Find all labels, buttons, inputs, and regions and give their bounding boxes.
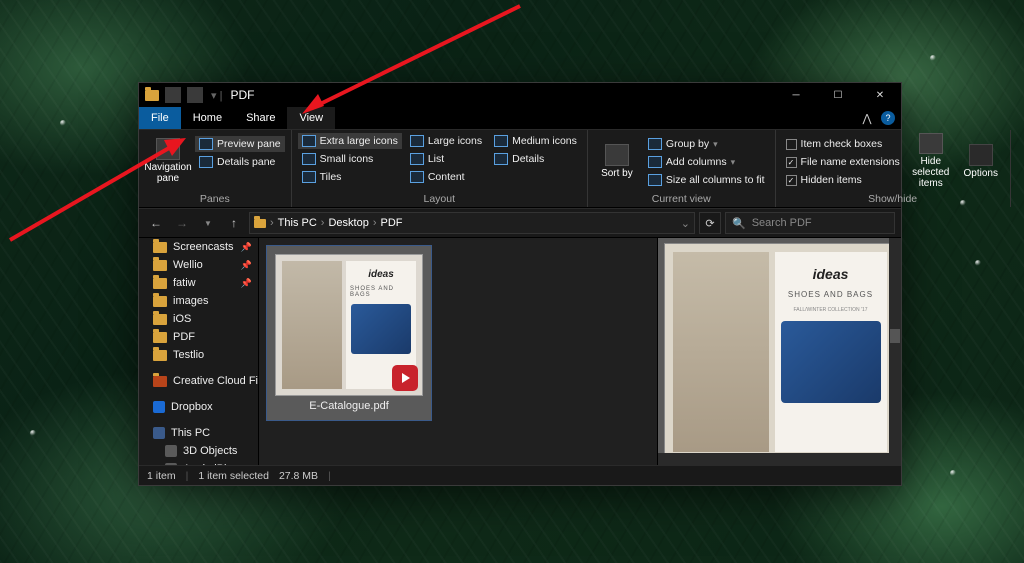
group-layout-label: Layout (298, 191, 581, 207)
nav-this-pc[interactable]: This PC (139, 424, 258, 442)
window-icon (145, 90, 159, 101)
layout-small[interactable]: Small icons (298, 151, 402, 167)
breadcrumb-1[interactable]: Desktop (328, 217, 368, 229)
this-pc-icon (153, 427, 165, 439)
maximize-button[interactable]: ☐ (817, 83, 859, 107)
status-size: 27.8 MB (279, 470, 318, 482)
preview-scrollbar-v[interactable] (889, 238, 901, 465)
qat-button-2[interactable] (187, 87, 203, 103)
nav-fatiw[interactable]: fatiw📌 (139, 274, 258, 292)
hide-selected-button[interactable]: Hide selected items (908, 133, 954, 189)
preview-brand: ideas (813, 266, 849, 282)
tab-file[interactable]: File (139, 107, 181, 129)
size-columns-button[interactable]: Size all columns to fit (644, 172, 769, 188)
preview-pane-button[interactable]: Preview pane (195, 136, 285, 152)
breadcrumb-0[interactable]: This PC (278, 217, 317, 229)
preview-tagline: SHOES AND BAGS (788, 290, 873, 299)
file-explorer-window: ▾ | PDF ─ ☐ ✕ File Home Share View ⋀ ? N… (138, 82, 902, 486)
group-by-button[interactable]: Group by ▾ (644, 136, 769, 152)
forward-button[interactable]: → (171, 212, 193, 234)
titlebar[interactable]: ▾ | PDF ─ ☐ ✕ (139, 83, 901, 107)
sort-by-button[interactable]: Sort by (594, 133, 640, 189)
layout-details[interactable]: Details (490, 151, 581, 167)
nav-pdf[interactable]: PDF (139, 328, 258, 346)
layout-extra-large[interactable]: Extra large icons (298, 133, 402, 149)
hidden-items-toggle[interactable]: ✓Hidden items (782, 172, 904, 188)
add-columns-button[interactable]: Add columns ▾ (644, 154, 769, 170)
item-check-boxes-toggle[interactable]: Item check boxes (782, 136, 904, 152)
layout-tiles[interactable]: Tiles (298, 169, 402, 185)
file-name-label: E-Catalogue.pdf (309, 400, 389, 412)
search-placeholder: Search PDF (752, 217, 812, 229)
layout-content[interactable]: Content (406, 169, 486, 185)
preview-document: ideas SHOES AND BAGS FALL/WINTER COLLECT… (664, 243, 896, 461)
breadcrumb-2[interactable]: PDF (381, 217, 403, 229)
nav-dropbox[interactable]: Dropbox (139, 398, 258, 416)
back-button[interactable]: ← (145, 212, 167, 234)
group-panes: Navigation pane Preview pane Details pan… (139, 130, 292, 207)
layout-medium[interactable]: Medium icons (490, 133, 581, 149)
breadcrumb-icon (254, 219, 266, 228)
file-item-e-catalogue[interactable]: ideas SHOES AND BAGS E-Catalogue.pdf (267, 246, 431, 420)
nav-wellio[interactable]: Wellio📌 (139, 256, 258, 274)
preview-pane[interactable]: ideas SHOES AND BAGS FALL/WINTER COLLECT… (657, 238, 901, 465)
status-count: 1 item (147, 470, 176, 482)
layout-list[interactable]: List (406, 151, 486, 167)
window-title: PDF (230, 88, 254, 102)
close-button[interactable]: ✕ (859, 83, 901, 107)
group-current-view: Sort by Group by ▾ Add columns ▾ Size al… (588, 130, 776, 207)
preview-scrollbar-h[interactable] (658, 453, 889, 465)
group-show-hide-label: Show/hide (782, 191, 1004, 207)
nav-screencasts[interactable]: Screencasts📌 (139, 238, 258, 256)
tab-view[interactable]: View (287, 107, 335, 129)
group-current-view-label: Current view (594, 191, 769, 207)
search-box[interactable]: 🔍 Search PDF (725, 212, 895, 234)
ribbon-view: Navigation pane Preview pane Details pan… (139, 130, 901, 208)
up-button[interactable]: ↑ (223, 212, 245, 234)
breadcrumb-dropdown[interactable]: ⌄ (681, 217, 690, 230)
explorer-body: Screencasts📌 Wellio📌 fatiw📌 images iOS P… (139, 238, 901, 465)
nav-ios[interactable]: iOS (139, 310, 258, 328)
thumb-tagline: SHOES AND BAGS (350, 286, 412, 298)
options-button[interactable]: Options (958, 133, 1004, 189)
search-icon: 🔍 (732, 217, 746, 230)
minimize-button[interactable]: ─ (775, 83, 817, 107)
recent-button[interactable]: ▼ (197, 212, 219, 234)
details-pane-button[interactable]: Details pane (195, 154, 285, 170)
ribbon-collapse-button[interactable]: ⋀ (855, 107, 879, 129)
navigation-pane[interactable]: Screencasts📌 Wellio📌 fatiw📌 images iOS P… (139, 238, 259, 465)
address-bar: ← → ▼ ↑ › This PC › Desktop › PDF ⌄ ⟳ 🔍 … (139, 208, 901, 238)
breadcrumb[interactable]: › This PC › Desktop › PDF ⌄ (249, 212, 695, 234)
group-panes-label: Panes (145, 191, 285, 207)
preview-pane-icon (199, 138, 213, 150)
qat-button[interactable] (165, 87, 181, 103)
navigation-pane-button[interactable]: Navigation pane (145, 133, 191, 189)
status-bar: 1 item | 1 item selected 27.8 MB | (139, 465, 901, 485)
nav-testlio[interactable]: Testlio (139, 346, 258, 364)
status-selected: 1 item selected (198, 470, 269, 482)
preview-subtitle: FALL/WINTER COLLECTION '17 (793, 307, 867, 313)
dropbox-icon (153, 401, 165, 413)
refresh-button[interactable]: ⟳ (699, 212, 721, 234)
thumb-brand: ideas (368, 269, 394, 280)
navigation-pane-label: Navigation pane (144, 162, 191, 184)
group-layout: Extra large icons Small icons Tiles Larg… (292, 130, 588, 207)
layout-large[interactable]: Large icons (406, 133, 486, 149)
help-icon[interactable]: ? (881, 111, 895, 125)
nav-creative-cloud[interactable]: Creative Cloud Files (139, 372, 258, 390)
pdf-badge-icon (392, 365, 418, 391)
nav-3d-objects[interactable]: 3D Objects (139, 442, 258, 460)
ribbon-tabs: File Home Share View ⋀ ? (139, 107, 901, 130)
group-show-hide: Item check boxes ✓File name extensions ✓… (776, 130, 1011, 207)
nav-images[interactable]: images (139, 292, 258, 310)
title-separator: ▾ | (203, 89, 230, 102)
files-area[interactable]: ideas SHOES AND BAGS E-Catalogue.pdf (259, 238, 657, 465)
tab-share[interactable]: Share (234, 107, 287, 129)
details-pane-icon (199, 156, 213, 168)
file-thumbnail: ideas SHOES AND BAGS (275, 254, 423, 396)
file-extensions-toggle[interactable]: ✓File name extensions (782, 154, 904, 170)
tab-home[interactable]: Home (181, 107, 234, 129)
